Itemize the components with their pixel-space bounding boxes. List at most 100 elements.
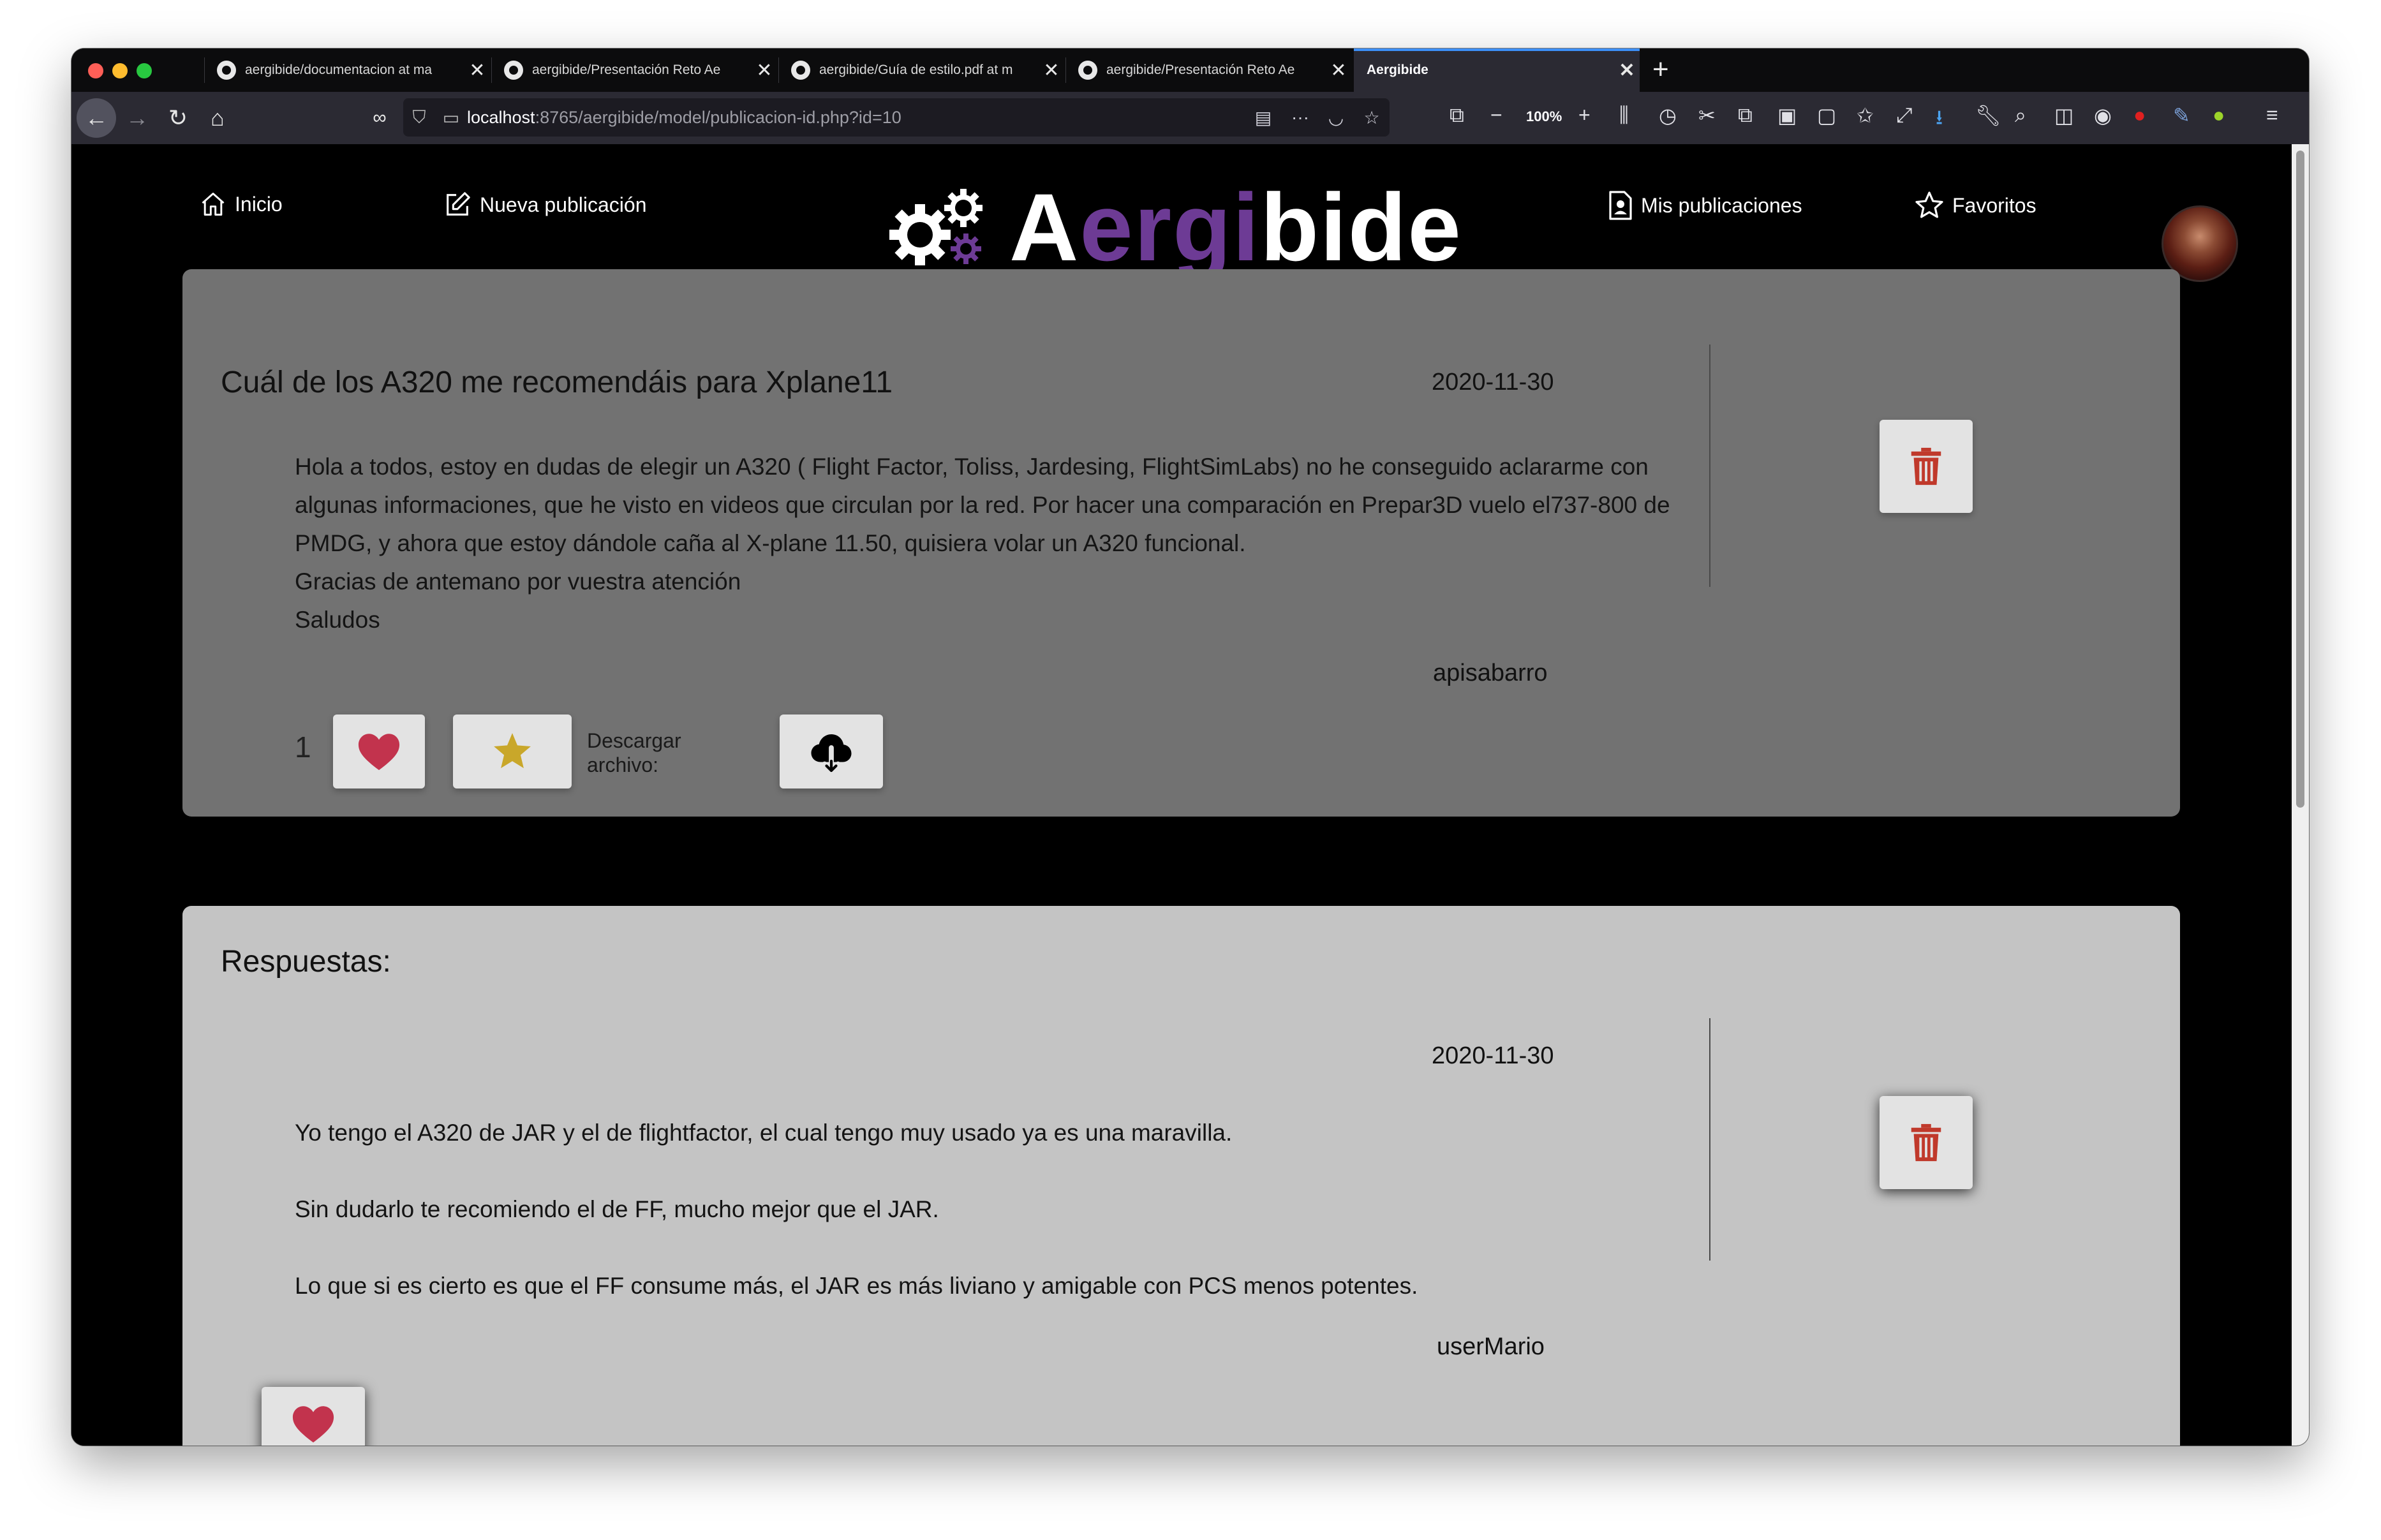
folder-icon[interactable]: ▢ (1817, 103, 1836, 128)
house-icon (202, 193, 225, 216)
browser-tab[interactable]: aergibide/Guía de estilo.pdf at m ✕ (778, 48, 1064, 92)
close-tab-icon[interactable]: ✕ (464, 59, 490, 82)
cut-icon[interactable]: ✂ (1698, 103, 1716, 128)
home-icon[interactable]: ⌂ (198, 98, 237, 138)
paste-icon[interactable]: ▣ (1777, 103, 1797, 128)
close-tab-icon[interactable]: ✕ (1039, 59, 1064, 82)
logo-wordmark: Aergibide (1009, 172, 1462, 283)
new-tab-icon[interactable]: + (1652, 54, 1669, 85)
search-icon[interactable]: ⌕ (2015, 103, 2026, 128)
zoom-out-icon[interactable]: − (1490, 103, 1502, 127)
sidebar-icon[interactable]: ◫ (2054, 103, 2073, 128)
github-icon (1078, 61, 1097, 80)
shield-icon[interactable]: ⛉ (403, 107, 435, 128)
logo-highlight: ergi (1079, 173, 1261, 281)
tab-title: aergibide/Presentación Reto Ae (532, 63, 721, 77)
zoom-level[interactable]: 100% (1526, 108, 1562, 125)
heart-icon (292, 1406, 334, 1443)
browser-tab[interactable]: aergibide/Presentación Reto Ae ✕ (491, 48, 777, 92)
nav-favorites-label: Favoritos (1952, 193, 2036, 217)
vertical-divider (1709, 1018, 1710, 1261)
bookmarks-icon[interactable]: ✩ (1857, 103, 1874, 128)
grammar-extension-icon[interactable]: ● (2213, 103, 2225, 127)
downloads-icon[interactable]: ⭳ (1936, 103, 1943, 138)
pocket-icon[interactable]: ◡ (1318, 107, 1354, 128)
post-title: Cuál de los A320 me recomendáis para Xpl… (221, 366, 893, 399)
likes-count: 1 (295, 730, 311, 764)
download-button[interactable] (780, 714, 883, 789)
delete-reply-button[interactable] (1880, 1096, 1973, 1189)
github-icon (791, 61, 810, 80)
nav-home-link[interactable]: Inicio (199, 190, 283, 218)
url-host: localhost (467, 107, 535, 127)
zoom-in-icon[interactable]: + (1578, 103, 1591, 127)
browser-tab-active[interactable]: Aergibide ✕ (1354, 48, 1640, 92)
post-body-line: Saludos (295, 607, 380, 633)
heart-icon (358, 734, 400, 771)
history-icon[interactable]: ◷ (1659, 103, 1677, 128)
star-icon (494, 733, 531, 769)
nav-my-posts-link[interactable]: Mis publicaciones (1608, 190, 1802, 221)
cloud-download-icon (811, 734, 852, 773)
replies-card: Respuestas: 2020-11-30 Yo tengo el A320 … (182, 906, 2180, 1446)
maximize-window-button[interactable] (137, 63, 152, 78)
reload-icon[interactable]: ↻ (158, 98, 198, 138)
close-tab-icon[interactable]: ✕ (1614, 59, 1640, 82)
tab-title: aergibide/documentacion at ma (245, 63, 433, 77)
page-scrollbar[interactable] (2292, 144, 2309, 1446)
browser-tab[interactable]: aergibide/documentacion at ma ✕ (204, 48, 490, 92)
tab-title: aergibide/Guía de estilo.pdf at m (819, 63, 1013, 77)
tab-separator (1065, 57, 1066, 83)
menu-icon[interactable]: ≡ (2266, 103, 2278, 127)
copy-icon[interactable]: ⧉ (1738, 103, 1753, 128)
github-icon (504, 61, 523, 80)
tab-sync-icon[interactable]: ⧉ (1450, 103, 1464, 128)
browser-tab[interactable]: aergibide/Presentación Reto Ae ✕ (1065, 48, 1351, 92)
logo-prefix: A (1009, 173, 1080, 281)
address-bar[interactable]: ⛉ ▭ localhost:8765/aergibide/model/publi… (403, 98, 1390, 137)
page-actions-icon[interactable]: ··· (1282, 107, 1318, 128)
logo-suffix: bide (1260, 173, 1462, 281)
reader-view-icon[interactable]: ▤ (1244, 107, 1282, 128)
post-body-paragraph: Hola a todos, estoy en dudas de elegir u… (295, 454, 1670, 556)
tab-title: aergibide/Presentación Reto Ae (1106, 63, 1295, 77)
document-user-icon (1609, 191, 1632, 220)
nav-favorites-link[interactable]: Favoritos (1914, 190, 2036, 221)
page-info-icon[interactable]: ▭ (435, 107, 467, 128)
bookmark-star-icon[interactable]: ☆ (1354, 107, 1390, 128)
close-window-button[interactable] (88, 63, 103, 78)
library-icon[interactable]: ⫼ (1619, 103, 1629, 128)
minimize-window-button[interactable] (112, 63, 128, 78)
back-icon[interactable]: ← (77, 98, 116, 138)
gears-logo-icon (889, 189, 983, 265)
tracking-protection-icon[interactable]: ∞ (360, 98, 399, 138)
close-tab-icon[interactable]: ✕ (1326, 59, 1351, 82)
edit-icon (447, 192, 470, 216)
post-author: apisabarro (1433, 660, 1548, 686)
account-icon[interactable]: ◉ (2094, 103, 2112, 128)
scrollbar-thumb[interactable] (2296, 151, 2304, 808)
tools-icon[interactable]: 🔧︎ (1975, 103, 2001, 128)
adblock-extension-icon[interactable]: ● (2133, 103, 2146, 127)
delete-post-button[interactable] (1880, 420, 1973, 513)
browser-window: aergibide/documentacion at ma ✕ aergibid… (71, 48, 2309, 1446)
post-date: 2020-11-30 (1432, 369, 1554, 396)
download-label: Descargar archivo: (587, 729, 681, 776)
like-button[interactable] (333, 714, 425, 789)
post-body-line: Gracias de antemano por vuestra atención (295, 568, 741, 595)
favorite-button[interactable] (453, 714, 572, 789)
browser-toolbar: ← → ↻ ⌂ ∞ ⛉ ▭ localhost:8765/aergibide/m… (71, 92, 2309, 144)
post-body: Hola a todos, estoy en dudas de elegir u… (295, 448, 1698, 639)
tab-separator (204, 57, 205, 83)
reply-date: 2020-11-30 (1432, 1042, 1554, 1069)
like-reply-button[interactable] (262, 1387, 365, 1446)
nav-home-label: Inicio (235, 192, 283, 216)
color-picker-icon[interactable]: ✎ (2173, 103, 2190, 128)
forward-icon[interactable]: → (117, 98, 157, 138)
close-tab-icon[interactable]: ✕ (752, 59, 777, 82)
tab-separator (778, 57, 779, 83)
fullscreen-icon[interactable]: ⤢ (1896, 103, 1913, 128)
nav-new-post-link[interactable]: Nueva publicación (443, 190, 647, 219)
reply-paragraph: Sin dudarlo te recomiendo el de FF, much… (295, 1196, 939, 1222)
page-content: Inicio Nueva publicación Aergibide Mis p… (71, 144, 2292, 1446)
